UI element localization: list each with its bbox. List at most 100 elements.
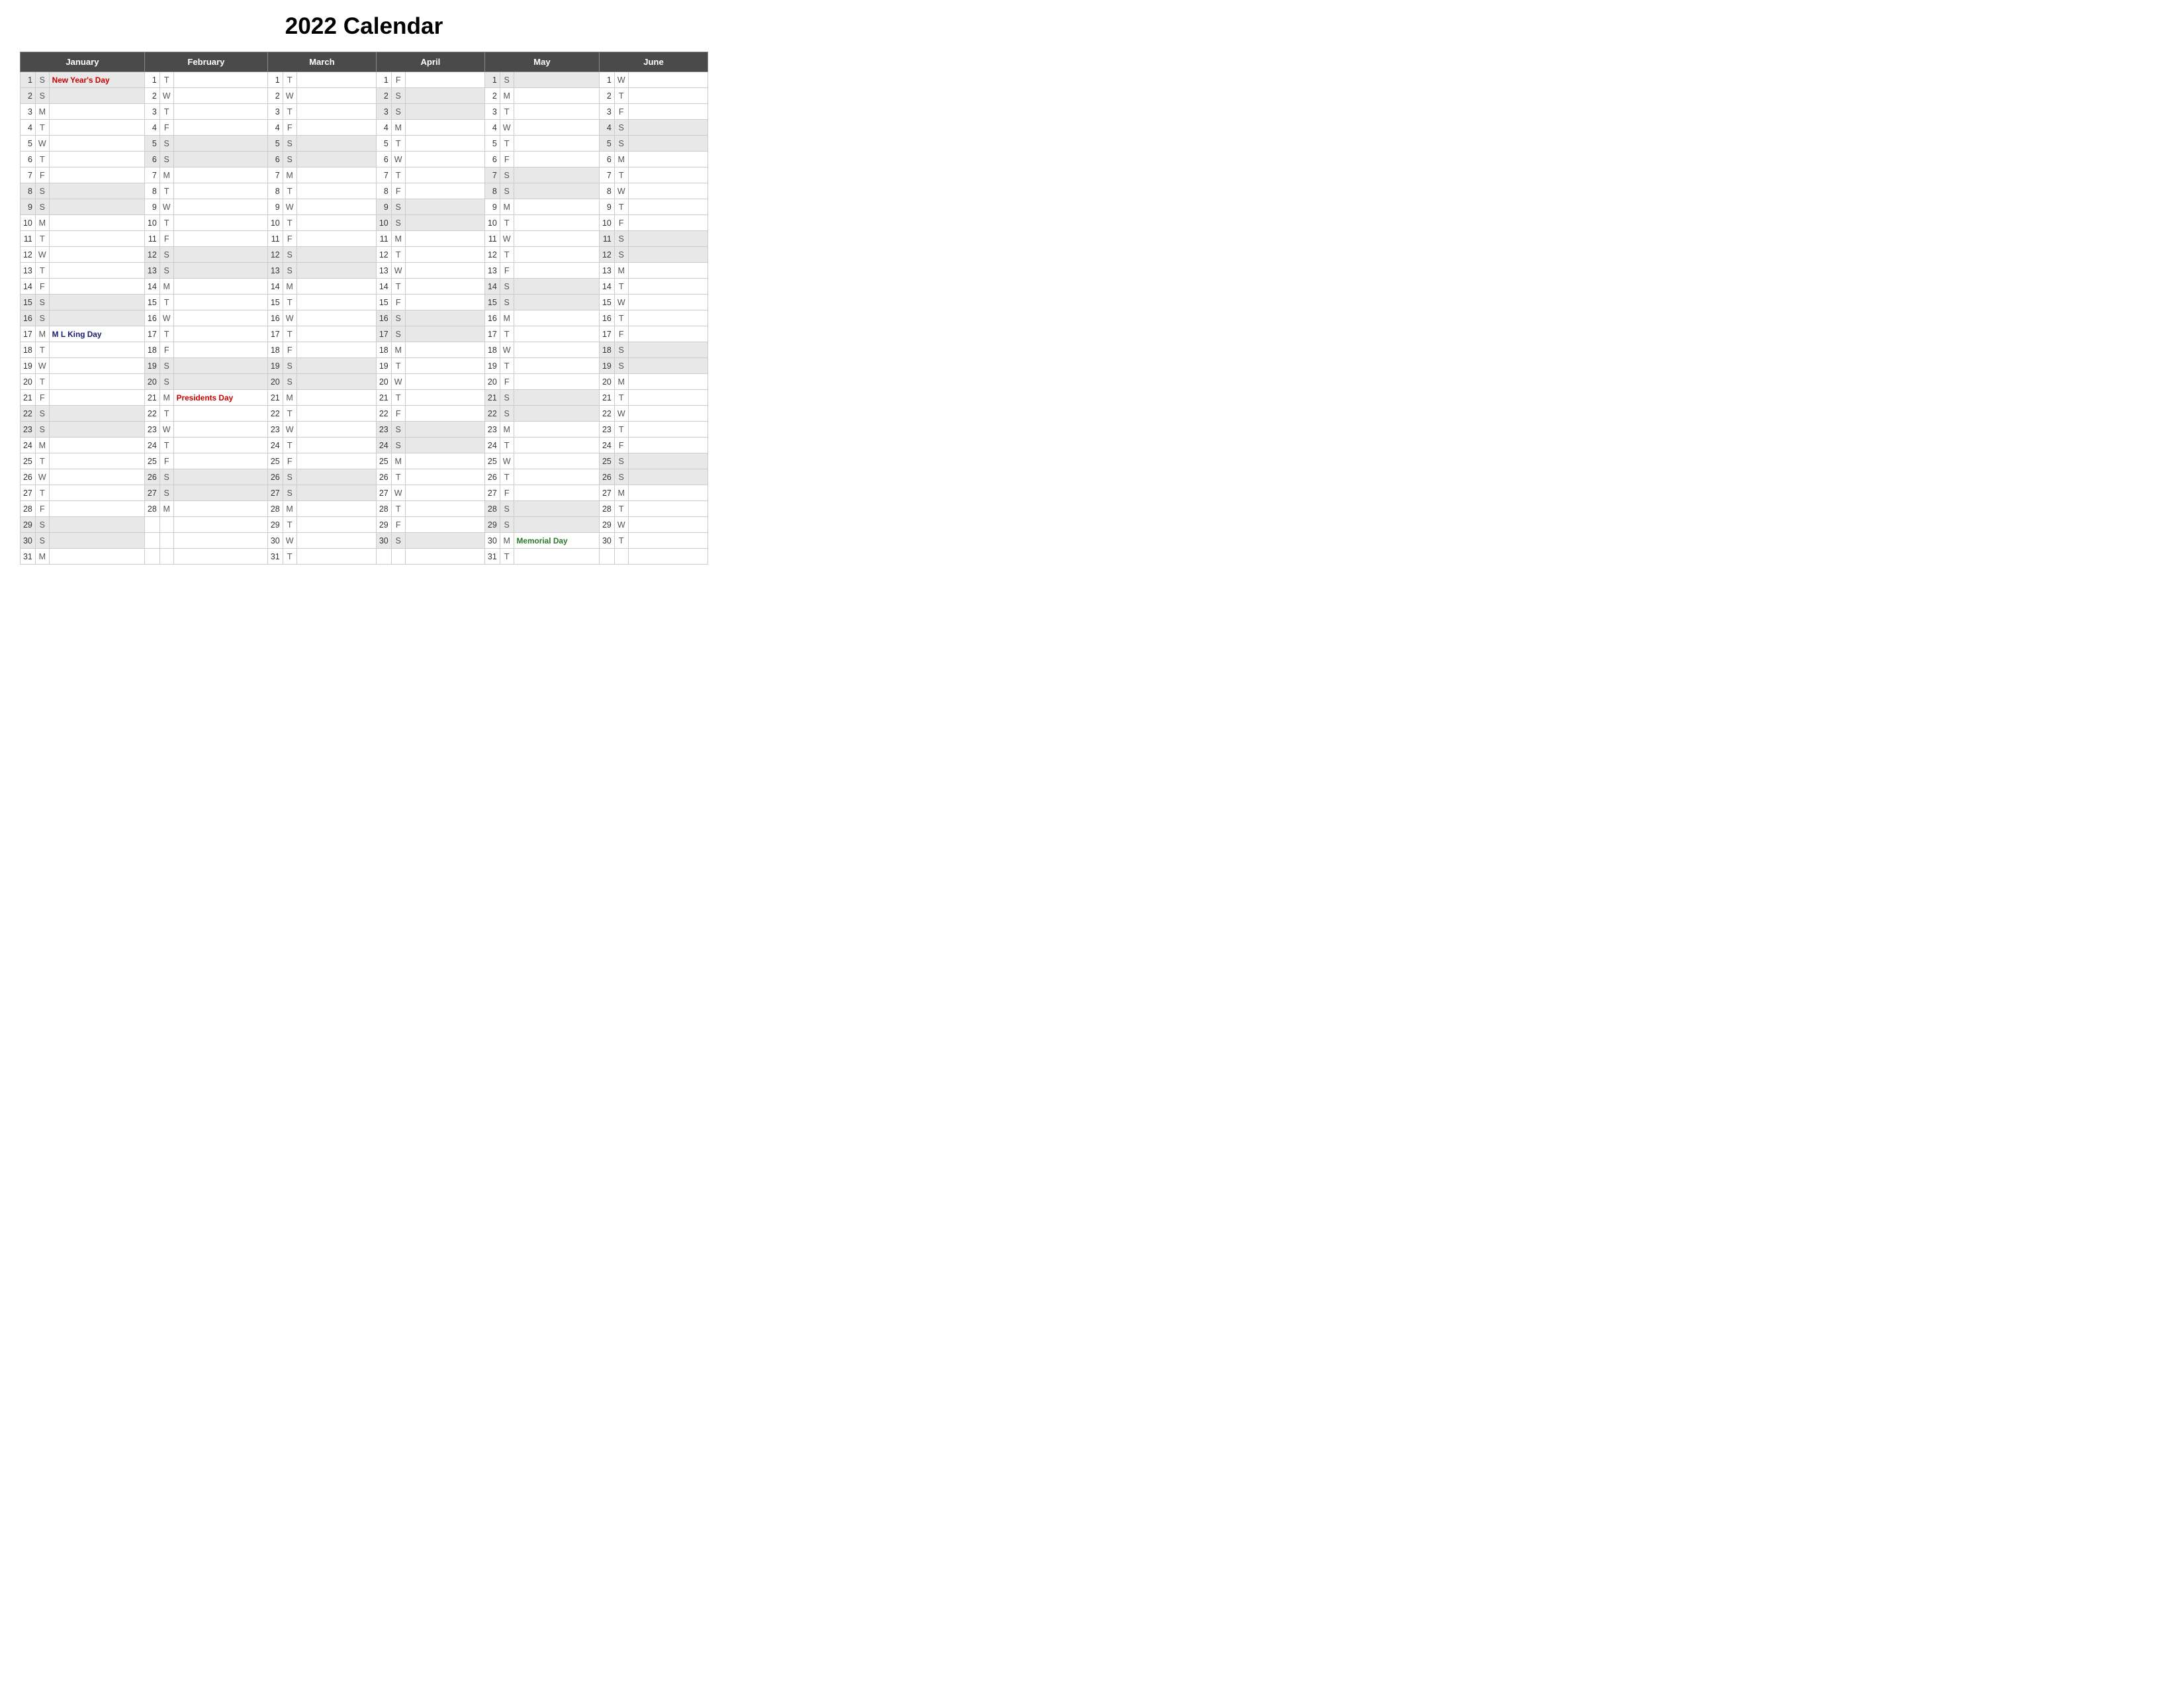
day-letter: M (391, 120, 405, 136)
header-june: June (599, 52, 707, 72)
day-letter: W (283, 310, 296, 326)
event-cell (173, 326, 267, 342)
day-letter: F (614, 326, 628, 342)
event-cell (628, 279, 707, 295)
day-number: 23 (484, 422, 500, 438)
day-number: 14 (267, 279, 283, 295)
event-cell (514, 501, 599, 517)
day-number: 26 (484, 469, 500, 485)
day-number: 13 (484, 263, 500, 279)
day-letter: T (391, 247, 405, 263)
day-number: 19 (267, 358, 283, 374)
event-cell (405, 279, 484, 295)
day-letter: S (614, 247, 628, 263)
event-cell (628, 326, 707, 342)
event-cell (514, 406, 599, 422)
day-letter: M (614, 152, 628, 167)
day-number: 31 (21, 549, 36, 565)
day-letter: F (35, 279, 49, 295)
event-cell (628, 295, 707, 310)
event-cell (405, 183, 484, 199)
event-cell (514, 72, 599, 88)
event-cell (405, 310, 484, 326)
day-number: 18 (21, 342, 36, 358)
event-cell (628, 469, 707, 485)
day-number: 4 (484, 120, 500, 136)
day-number: 12 (21, 247, 36, 263)
day-letter: T (391, 390, 405, 406)
day-number: 14 (376, 279, 391, 295)
day-number: 3 (484, 104, 500, 120)
day-number: 1 (376, 72, 391, 88)
event-cell (405, 469, 484, 485)
day-number: 31 (484, 549, 500, 565)
day-letter: S (283, 247, 296, 263)
day-letter: T (614, 310, 628, 326)
event-cell (628, 263, 707, 279)
event-cell (405, 501, 484, 517)
day-letter: M (283, 501, 296, 517)
day-number: 3 (376, 104, 391, 120)
event-cell (405, 485, 484, 501)
event-cell (405, 72, 484, 88)
event-cell (514, 120, 599, 136)
day-letter: T (500, 326, 514, 342)
event-cell (49, 279, 144, 295)
day-letter: T (500, 104, 514, 120)
event-cell (296, 72, 376, 88)
event-cell (514, 88, 599, 104)
day-letter: F (500, 152, 514, 167)
day-letter: T (159, 438, 173, 453)
event-cell (628, 422, 707, 438)
day-number: 9 (484, 199, 500, 215)
day-letter: S (35, 310, 49, 326)
day-letter: M (500, 199, 514, 215)
event-cell (296, 310, 376, 326)
day-number: 4 (144, 120, 159, 136)
event-cell (514, 183, 599, 199)
event-cell: Presidents Day (173, 390, 267, 406)
day-number: 11 (376, 231, 391, 247)
event-cell (628, 390, 707, 406)
day-number: 20 (267, 374, 283, 390)
day-number: 26 (599, 469, 614, 485)
day-number: 18 (484, 342, 500, 358)
day-number: 25 (599, 453, 614, 469)
day-letter: S (35, 406, 49, 422)
day-number: 10 (599, 215, 614, 231)
holiday-label: Memorial Day (517, 536, 568, 545)
day-letter: W (35, 358, 49, 374)
day-letter: W (614, 183, 628, 199)
day-number: 23 (144, 422, 159, 438)
day-number: 7 (484, 167, 500, 183)
event-cell (49, 517, 144, 533)
day-number: 1 (144, 72, 159, 88)
day-number: 13 (267, 263, 283, 279)
day-letter: T (283, 517, 296, 533)
day-letter: M (35, 215, 49, 231)
day-letter: M (500, 88, 514, 104)
event-cell (173, 501, 267, 517)
day-letter: M (159, 501, 173, 517)
event-cell (628, 247, 707, 263)
day-number: 31 (267, 549, 283, 565)
day-letter: M (614, 263, 628, 279)
day-number: 5 (267, 136, 283, 152)
day-number: 6 (599, 152, 614, 167)
event-cell (173, 88, 267, 104)
day-letter: F (283, 342, 296, 358)
event-cell (514, 295, 599, 310)
day-letter: T (614, 501, 628, 517)
day-letter: S (283, 358, 296, 374)
day-letter: S (35, 295, 49, 310)
event-cell (628, 72, 707, 88)
event-cell (405, 120, 484, 136)
day-letter: F (35, 390, 49, 406)
day-number: 22 (376, 406, 391, 422)
day-letter: T (391, 279, 405, 295)
event-cell (514, 152, 599, 167)
day-letter: S (391, 422, 405, 438)
day-number: 24 (484, 438, 500, 453)
day-number: 30 (21, 533, 36, 549)
day-letter: S (283, 485, 296, 501)
